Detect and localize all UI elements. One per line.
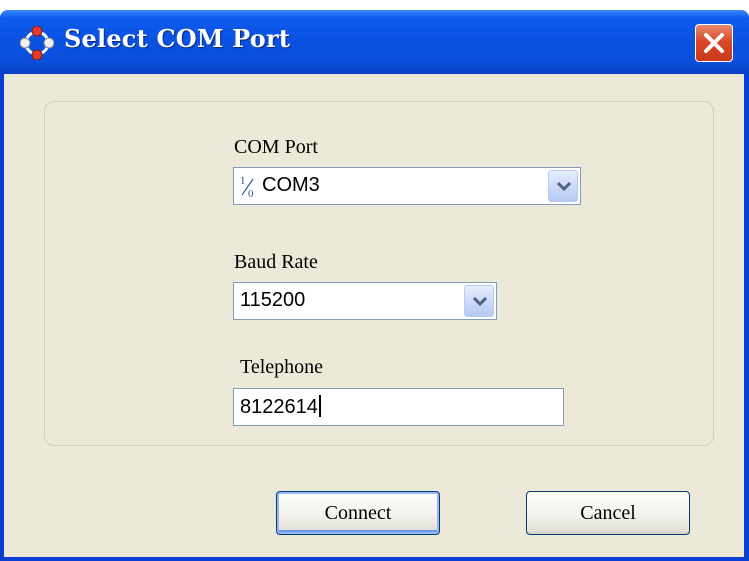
baud-rate-dropdown-button[interactable] bbox=[464, 285, 494, 317]
cancel-button[interactable]: Cancel bbox=[526, 491, 690, 535]
dialog-window: Select COM Port COM Port I 0 COM3 Baud R… bbox=[0, 10, 749, 561]
baud-rate-select[interactable]: 115200 bbox=[233, 282, 497, 320]
com-port-value: COM3 bbox=[262, 174, 320, 196]
com-port-select[interactable]: I 0 COM3 bbox=[233, 167, 581, 205]
connect-button[interactable]: Connect bbox=[276, 491, 440, 535]
title-bar[interactable]: Select COM Port bbox=[0, 10, 749, 74]
svg-text:0: 0 bbox=[248, 188, 254, 199]
close-icon bbox=[704, 33, 724, 53]
window-title: Select COM Port bbox=[64, 24, 291, 53]
text-caret bbox=[318, 395, 321, 417]
com-port-app-icon bbox=[20, 26, 54, 60]
com-port-label: COM Port bbox=[234, 136, 318, 158]
close-button[interactable] bbox=[695, 24, 733, 62]
io-port-icon: I 0 bbox=[241, 175, 254, 199]
telephone-input[interactable]: 8122614 bbox=[233, 388, 564, 426]
baud-rate-label: Baud Rate bbox=[234, 251, 318, 273]
chevron-down-icon bbox=[472, 296, 488, 307]
com-port-dropdown-button[interactable] bbox=[548, 170, 578, 202]
telephone-value: 8122614 bbox=[240, 395, 321, 419]
chevron-down-icon bbox=[556, 181, 572, 192]
dialog-client-area: COM Port I 0 COM3 Baud Rate 115200 Telep… bbox=[4, 74, 744, 557]
svg-text:I: I bbox=[241, 175, 245, 187]
telephone-label: Telephone bbox=[240, 356, 324, 378]
baud-rate-value: 115200 bbox=[240, 289, 306, 311]
